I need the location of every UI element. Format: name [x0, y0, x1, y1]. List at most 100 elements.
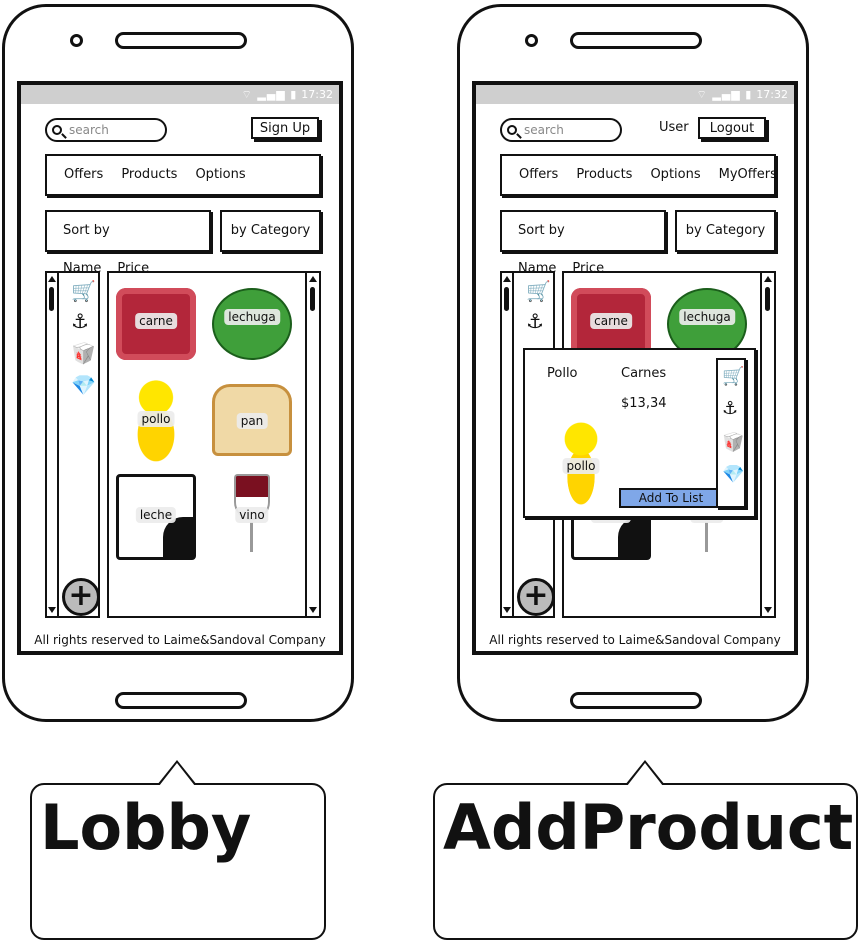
popup-product-category: Carnes	[621, 366, 667, 381]
scroll-thumb[interactable]	[310, 287, 315, 311]
popup-icon-bar: 🛒 ⚓ 🥡 💎	[716, 358, 746, 508]
sidebar-scrollbar[interactable]	[502, 273, 514, 616]
sidebar: 🛒 ⚓ 🥡 💎 +	[45, 271, 100, 618]
sort-bar: Sort by Name Price	[500, 210, 666, 276]
product-item[interactable]: pan	[207, 379, 297, 459]
nav-menu: Offers Products Options MyOffers	[500, 154, 777, 196]
search-input[interactable]: search	[45, 118, 167, 142]
status-bar: ⌔ ▂▄▆ ▮ 17:32	[21, 85, 339, 104]
by-category-button[interactable]: by Category	[675, 210, 776, 252]
scroll-down-icon[interactable]	[309, 607, 317, 613]
phone-add-product: ⌔ ▂▄▆ ▮ 17:32 search User Logout Offers Pr…	[457, 4, 809, 722]
footer-text: All rights reserved to Laime&Sandoval Co…	[489, 633, 781, 647]
popup-product-price: $13,34	[621, 396, 667, 411]
cart-plus-icon[interactable]: 🛒	[71, 281, 96, 301]
scroll-down-icon[interactable]	[503, 607, 511, 613]
sort-by-name[interactable]: Sort by Name	[63, 223, 110, 276]
nav-offers[interactable]: Offers	[519, 167, 558, 182]
footer-text: All rights reserved to Laime&Sandoval Co…	[34, 633, 326, 647]
nav-products[interactable]: Products	[121, 167, 177, 182]
scroll-down-icon[interactable]	[764, 607, 772, 613]
product-label: vino	[235, 507, 269, 523]
anchor-icon[interactable]: ⚓	[526, 311, 544, 331]
screen: ⌔ ▂▄▆ ▮ 17:32 search Sign Up Offers Produc…	[17, 81, 343, 655]
nav-products[interactable]: Products	[576, 167, 632, 182]
sidebar-scrollbar[interactable]	[47, 273, 59, 616]
scroll-up-icon[interactable]	[764, 276, 772, 282]
status-time: 17:32	[301, 88, 333, 101]
camera-icon	[70, 34, 83, 47]
speaker-grille	[570, 32, 702, 49]
bubble-tail	[157, 760, 197, 786]
grid-scrollbar[interactable]	[305, 273, 319, 616]
caption-add-product: AddProduct	[433, 760, 858, 940]
scroll-thumb[interactable]	[765, 287, 770, 311]
search-placeholder: search	[524, 123, 564, 137]
sort-bar: Sort by Name Price	[45, 210, 211, 276]
scroll-up-icon[interactable]	[503, 276, 511, 282]
popup-image-label: pollo	[562, 458, 600, 474]
bucket-icon[interactable]: 🥡	[71, 343, 96, 363]
product-label: lechuga	[224, 309, 280, 325]
status-bar: ⌔ ▂▄▆ ▮ 17:32	[476, 85, 794, 104]
screen: ⌔ ▂▄▆ ▮ 17:32 search User Logout Offers Pr…	[472, 81, 798, 655]
scroll-thumb[interactable]	[504, 287, 509, 311]
user-label[interactable]: User	[659, 120, 689, 135]
scroll-down-icon[interactable]	[48, 607, 56, 613]
caption-lobby: Lobby	[30, 760, 326, 940]
bucket-icon[interactable]: 🥡	[722, 434, 744, 452]
diamond-icon[interactable]: 💎	[71, 375, 96, 395]
cart-plus-icon[interactable]: 🛒	[722, 368, 744, 386]
anchor-icon[interactable]: ⚓	[722, 400, 738, 418]
sign-up-button[interactable]: Sign Up	[251, 117, 319, 139]
bubble-tail	[625, 760, 665, 786]
product-label: lechuga	[679, 309, 735, 325]
product-item[interactable]: leche	[111, 469, 201, 561]
status-time: 17:32	[756, 88, 788, 101]
product-item[interactable]: carne	[111, 283, 201, 363]
home-button[interactable]	[570, 692, 702, 709]
add-product-button[interactable]: +	[62, 578, 100, 616]
nav-my-offers[interactable]: MyOffers	[719, 167, 777, 182]
nav-options[interactable]: Options	[195, 167, 245, 182]
camera-icon	[525, 34, 538, 47]
add-to-list-button[interactable]: Add To List	[619, 488, 723, 508]
search-icon	[507, 125, 517, 135]
product-label: pollo	[137, 411, 175, 427]
speaker-grille	[115, 32, 247, 49]
sort-by-name[interactable]: Sort by Name	[518, 223, 565, 276]
grid-scrollbar[interactable]	[760, 273, 774, 616]
phone-lobby: ⌔ ▂▄▆ ▮ 17:32 search Sign Up Offers Produc…	[2, 4, 354, 722]
cart-plus-icon[interactable]: 🛒	[526, 281, 551, 301]
signal-icon: ⌔ ▂▄▆ ▮	[696, 88, 753, 101]
product-item[interactable]: pollo	[111, 371, 201, 462]
nav-menu: Offers Products Options	[45, 154, 321, 196]
scroll-up-icon[interactable]	[48, 276, 56, 282]
home-button[interactable]	[115, 692, 247, 709]
caption-text: Lobby	[40, 791, 252, 864]
product-label: carne	[135, 313, 177, 329]
signal-icon: ⌔ ▂▄▆ ▮	[241, 88, 298, 101]
product-detail-popup: Pollo Carnes $13,34 pollo Add To List 🛒 …	[523, 348, 756, 518]
nav-options[interactable]: Options	[650, 167, 700, 182]
search-input[interactable]: search	[500, 118, 622, 142]
anchor-icon[interactable]: ⚓	[71, 311, 89, 331]
caption-text: AddProduct	[443, 791, 854, 864]
product-item[interactable]: vino	[207, 469, 297, 561]
popup-product-name: Pollo	[547, 366, 578, 381]
logout-button[interactable]: Logout	[698, 117, 766, 139]
search-icon	[52, 125, 62, 135]
product-grid: carne lechuga pollo pan leche vino	[107, 271, 321, 618]
product-label: pan	[236, 413, 268, 429]
nav-offers[interactable]: Offers	[64, 167, 103, 182]
diamond-icon[interactable]: 💎	[722, 466, 744, 484]
chick-icon: pollo	[553, 420, 609, 506]
product-label: carne	[590, 313, 632, 329]
add-product-button[interactable]: +	[517, 578, 555, 616]
scroll-thumb[interactable]	[49, 287, 54, 311]
scroll-up-icon[interactable]	[309, 276, 317, 282]
product-label: leche	[135, 507, 177, 523]
product-item[interactable]: lechuga	[207, 283, 297, 363]
by-category-button[interactable]: by Category	[220, 210, 321, 252]
search-placeholder: search	[69, 123, 109, 137]
